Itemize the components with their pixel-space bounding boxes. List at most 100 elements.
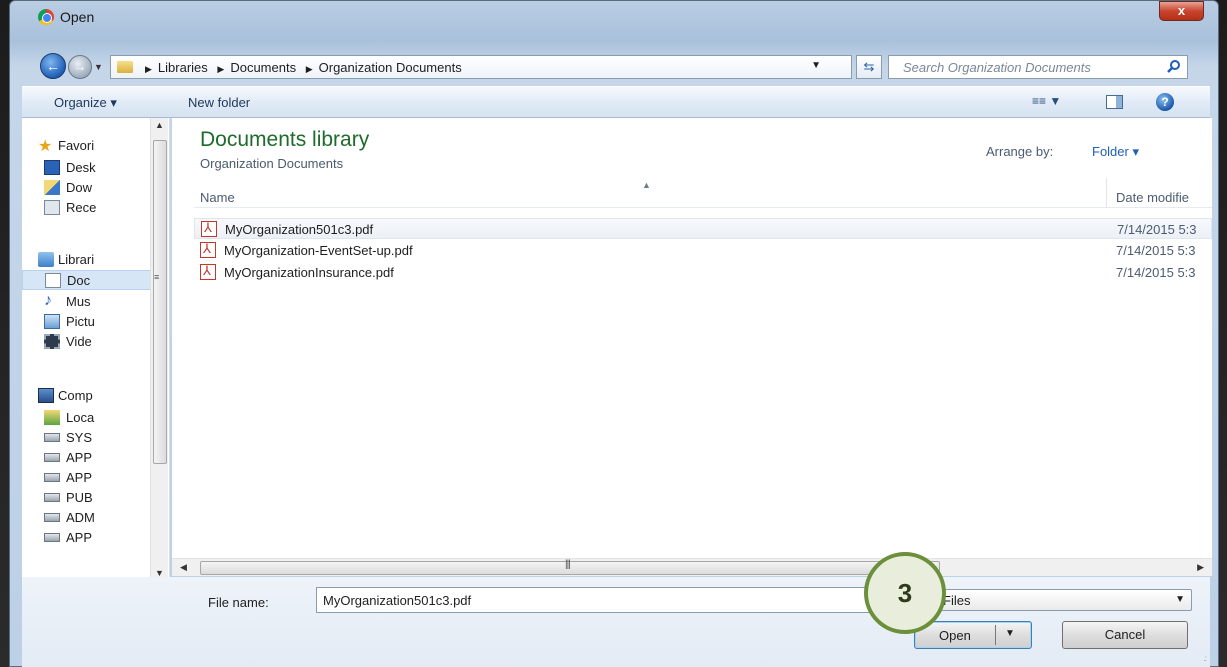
- sidebar-item-pictures[interactable]: Pictu: [22, 312, 154, 332]
- title-bar: Open x: [10, 1, 1218, 33]
- preview-pane-icon[interactable]: [1106, 95, 1123, 109]
- sidebar-item-music[interactable]: ♪ Mus: [22, 292, 154, 312]
- sidebar-item-label: Mus: [66, 294, 91, 309]
- sidebar-item-computer[interactable]: Comp: [22, 386, 154, 406]
- horizontal-scrollbar-thumb[interactable]: |||: [200, 559, 940, 575]
- sort-ascending-icon: ▲: [642, 180, 651, 190]
- file-type-select[interactable]: Files ▼: [928, 589, 1192, 611]
- library-title: Documents library: [200, 128, 370, 151]
- breadcrumb-libraries[interactable]: Libraries: [158, 60, 208, 75]
- library-subtitle: Organization Documents: [200, 156, 344, 171]
- sidebar-item-label: APP: [66, 450, 93, 465]
- chrome-app-icon: [38, 9, 54, 25]
- new-folder-button[interactable]: New folder: [188, 95, 250, 110]
- pdf-file-icon: [200, 263, 216, 280]
- chevron-down-icon: ▼: [1175, 594, 1185, 605]
- sidebar-item-libraries[interactable]: Librari: [22, 250, 154, 270]
- computer-icon: [38, 388, 54, 403]
- file-type-value: Files: [943, 593, 971, 608]
- file-date: 7/14/2015 5:3: [1116, 265, 1196, 280]
- back-button[interactable]: ←: [40, 53, 66, 79]
- breadcrumb-documents[interactable]: Documents: [230, 60, 296, 75]
- file-name-label: File name:: [208, 595, 269, 610]
- forward-button[interactable]: →: [68, 55, 92, 79]
- sidebar-item-app-1[interactable]: APP: [22, 448, 154, 468]
- sidebar-item-local-disk[interactable]: Loca: [22, 408, 154, 428]
- command-toolbar: Organize ▾ New folder ≡≡ ▼ ?: [22, 86, 1210, 118]
- downloads-icon: [44, 180, 60, 195]
- file-name-value: MyOrganization501c3.pdf: [323, 593, 472, 608]
- sidebar-item-label: Favori: [58, 138, 95, 153]
- sidebar-item-label: Pictu: [66, 314, 95, 329]
- step-number-badge: 3: [864, 552, 946, 634]
- sidebar-item-adm[interactable]: ADM: [22, 508, 154, 528]
- network-drive-icon: [44, 513, 60, 522]
- column-header-date-modified[interactable]: Date modifie: [1116, 190, 1189, 205]
- change-view-icon[interactable]: ≡≡ ▼: [1032, 94, 1061, 108]
- file-row[interactable]: MyOrganization501c3.pdf 7/14/2015 5:3: [194, 218, 1212, 239]
- refresh-button[interactable]: ⇆: [856, 55, 882, 79]
- search-input[interactable]: Search Organization Documents: [888, 55, 1188, 79]
- sidebar-item-label: Rece: [66, 200, 97, 215]
- sidebar-item-label: APP: [66, 530, 93, 545]
- scroll-left-arrow-icon[interactable]: ◀: [180, 562, 187, 573]
- column-divider[interactable]: [1106, 178, 1107, 208]
- folder-icon: [117, 61, 133, 73]
- network-drive-icon: [44, 453, 60, 462]
- scroll-right-arrow-icon[interactable]: ▶: [1197, 562, 1204, 573]
- file-name: MyOrganization-EventSet-up.pdf: [224, 243, 413, 258]
- sidebar-item-label: Librari: [58, 252, 95, 267]
- arrange-by-dropdown[interactable]: Folder ▾: [1092, 144, 1139, 160]
- split-divider: [995, 625, 996, 645]
- sidebar-item-app-2[interactable]: APP: [22, 468, 154, 488]
- open-button[interactable]: Open ▼: [914, 621, 1032, 649]
- file-name: MyOrganization501c3.pdf: [225, 222, 374, 237]
- sidebar-item-recent[interactable]: Rece: [22, 198, 154, 218]
- window-title: Open: [60, 9, 95, 25]
- file-list-pane: Documents library Organization Documents…: [172, 118, 1212, 558]
- sidebar-item-favorites[interactable]: ★ Favori: [22, 136, 154, 156]
- close-button[interactable]: x: [1159, 1, 1204, 21]
- open-options-dropdown-icon[interactable]: ▼: [1005, 628, 1015, 639]
- sidebar-item-label: Vide: [66, 334, 92, 349]
- sidebar-item-label: Dow: [66, 180, 93, 195]
- resize-grip-icon[interactable]: .:: [1204, 654, 1208, 663]
- sidebar-item-sys[interactable]: SYS: [22, 428, 154, 448]
- sidebar-item-desktop[interactable]: Desk: [22, 158, 154, 178]
- sidebar-item-pub[interactable]: PUB: [22, 488, 154, 508]
- column-header-row: Name ▲ Date modifie: [194, 178, 1212, 208]
- file-name-input[interactable]: MyOrganization501c3.pdf: [316, 587, 894, 613]
- address-dropdown-icon[interactable]: ▼: [811, 60, 821, 71]
- sidebar-item-label: Loca: [66, 410, 95, 425]
- recent-pages-dropdown[interactable]: ▼: [94, 62, 104, 72]
- arrange-by-label: Arrange by:: [986, 144, 1054, 159]
- sidebar-item-label: ADM: [66, 510, 95, 525]
- file-row[interactable]: MyOrganization-EventSet-up.pdf 7/14/2015…: [194, 240, 1212, 261]
- organize-menu[interactable]: Organize ▾: [54, 95, 117, 111]
- sidebar-item-label: SYS: [66, 430, 93, 445]
- sidebar-item-videos[interactable]: Vide: [22, 332, 154, 352]
- file-name: MyOrganizationInsurance.pdf: [224, 265, 394, 280]
- sidebar-item-downloads[interactable]: Dow: [22, 178, 154, 198]
- horizontal-scrollbar[interactable]: ◀ ||| ▶: [172, 558, 1212, 576]
- network-drive-icon: [44, 533, 60, 542]
- music-icon: ♪: [44, 292, 52, 309]
- scroll-grip-icon: |||: [565, 559, 571, 570]
- breadcrumb-organization-documents[interactable]: Organization Documents: [319, 60, 462, 75]
- scroll-up-arrow-icon[interactable]: ▲: [155, 120, 164, 130]
- scrollbar-thumb[interactable]: [153, 140, 167, 464]
- local-disk-icon: [44, 410, 60, 425]
- sidebar-item-label: Comp: [58, 388, 93, 403]
- search-icon[interactable]: [1167, 59, 1181, 73]
- address-bar[interactable]: ▶ Libraries ▶ Documents ▶ Organization Docu…: [110, 55, 852, 79]
- cancel-button[interactable]: Cancel: [1062, 621, 1188, 649]
- nav-pane-scrollbar[interactable]: ▲ ≡ ▼: [150, 118, 168, 580]
- file-date: 7/14/2015 5:3: [1116, 243, 1196, 258]
- sidebar-item-label: APP: [66, 470, 93, 485]
- column-header-name[interactable]: Name: [200, 190, 235, 205]
- sidebar-item-app-3[interactable]: APP: [22, 528, 154, 548]
- file-row[interactable]: MyOrganizationInsurance.pdf 7/14/2015 5:…: [194, 262, 1212, 283]
- network-drive-icon: [44, 433, 60, 442]
- sidebar-item-documents[interactable]: Doc: [22, 270, 154, 290]
- help-icon[interactable]: ?: [1156, 93, 1174, 111]
